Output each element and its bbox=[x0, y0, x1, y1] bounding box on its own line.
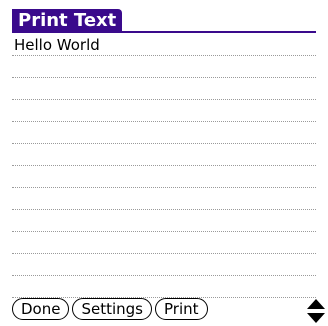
form-title: Print Text bbox=[12, 9, 123, 33]
print-button[interactable]: Print bbox=[155, 298, 208, 320]
text-line[interactable] bbox=[12, 100, 316, 122]
scroll-arrows-icon[interactable] bbox=[306, 298, 326, 324]
text-line[interactable] bbox=[12, 56, 316, 78]
text-line[interactable] bbox=[12, 166, 316, 188]
text-line[interactable] bbox=[12, 188, 316, 210]
title-underline bbox=[12, 31, 316, 33]
settings-button[interactable]: Settings bbox=[72, 298, 152, 320]
done-button[interactable]: Done bbox=[12, 298, 70, 320]
text-line[interactable] bbox=[12, 122, 316, 144]
text-line[interactable] bbox=[12, 210, 316, 232]
print-text-form: Print Text Hello World Done Settings Pri… bbox=[0, 0, 328, 326]
text-line[interactable] bbox=[12, 232, 316, 254]
text-line[interactable]: Hello World bbox=[12, 34, 316, 56]
scroll-down-icon[interactable] bbox=[307, 313, 325, 323]
text-field[interactable]: Hello World bbox=[12, 34, 316, 298]
text-line[interactable] bbox=[12, 144, 316, 166]
text-line[interactable] bbox=[12, 78, 316, 100]
button-bar: Done Settings Print bbox=[12, 298, 208, 322]
text-line[interactable] bbox=[12, 276, 316, 298]
text-line[interactable] bbox=[12, 254, 316, 276]
scroll-up-icon[interactable] bbox=[307, 299, 325, 309]
